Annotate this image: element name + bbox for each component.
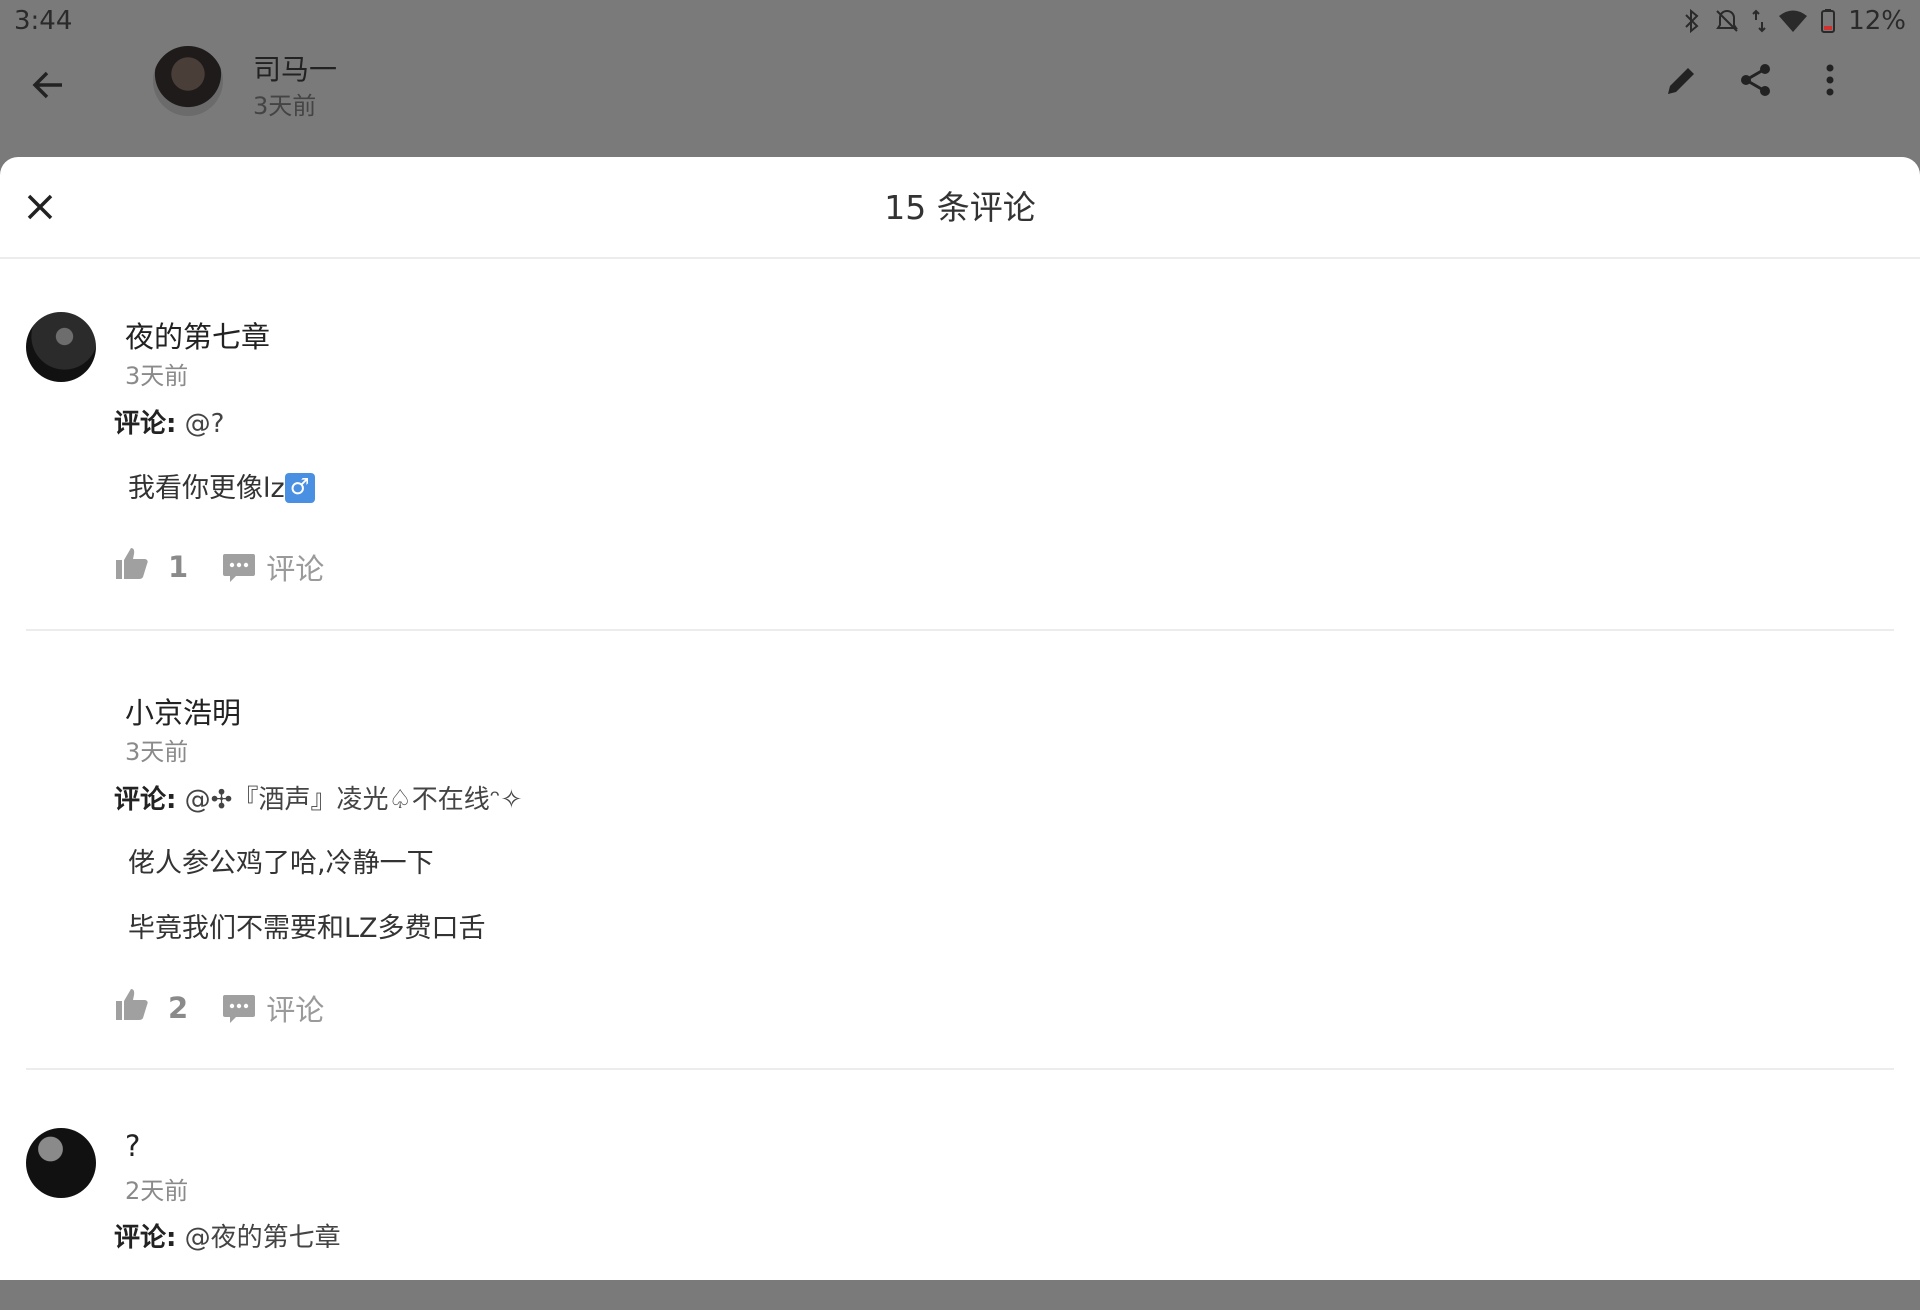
comment-bubble-icon — [223, 994, 256, 1023]
comment-time: 2天前 — [125, 1177, 189, 1205]
more-button[interactable] — [1810, 60, 1850, 100]
battery-icon — [1820, 8, 1836, 34]
status-time: 3:44 — [14, 6, 73, 36]
like-button[interactable] — [114, 986, 150, 1029]
thumb-up-icon — [116, 548, 148, 579]
back-button[interactable] — [28, 64, 70, 106]
notifications-off-icon — [1714, 8, 1740, 34]
like-button[interactable] — [114, 545, 150, 588]
data-arrows-icon — [1752, 8, 1766, 34]
comments-sheet: 15 条评论 夜的第七章 3天前 评论: @? 我看你更像lz ♂ 1 评论 小京… — [0, 157, 1920, 1280]
comment-actions: 2 评论 — [114, 986, 324, 1029]
reply-mention[interactable]: @夜的第七章 — [185, 1223, 341, 1253]
status-bar: 3:44 12% — [0, 0, 1920, 44]
sheet-header: 15 条评论 — [0, 157, 1920, 259]
reply-target: 评论: @✣『酒声』凌光♤不在线ᵔ✧ — [114, 779, 522, 816]
share-button[interactable] — [1736, 60, 1776, 100]
reply-label-text: 评论 — [266, 551, 325, 586]
comment-time: 3天前 — [125, 738, 189, 766]
comment-line: 毕竟我们不需要和LZ多费口舌 — [128, 913, 486, 944]
more-vert-icon — [1826, 64, 1834, 96]
header-actions — [1662, 60, 1850, 100]
post-header: 司马一 3天前 — [0, 44, 1920, 160]
comment-line: 我看你更像lz — [128, 473, 285, 504]
comment-username[interactable]: 夜的第七章 — [125, 314, 270, 356]
comment-item: 夜的第七章 3天前 评论: @? 我看你更像lz ♂ 1 评论 — [26, 259, 1894, 631]
reply-label: 评论: — [114, 409, 177, 439]
comment-line: 佬人参公鸡了哈,冷静一下 — [128, 848, 434, 879]
comment-username[interactable]: ? — [125, 1129, 140, 1163]
thumb-up-icon — [116, 989, 148, 1020]
avatar[interactable] — [26, 312, 96, 382]
comment-time: 3天前 — [125, 362, 189, 390]
like-count: 1 — [168, 549, 189, 584]
comment-item: ? 2天前 评论: @夜的第七章 — [26, 1070, 1894, 1310]
reply-label: 评论: — [114, 1223, 177, 1253]
arrow-left-icon — [32, 71, 62, 99]
author-name[interactable]: 司马一 — [253, 48, 337, 88]
reply-label: 评论: — [114, 785, 177, 815]
edit-button[interactable] — [1662, 60, 1702, 100]
comment-actions: 1 评论 — [114, 545, 324, 588]
emoji-icon: ♂ — [284, 472, 315, 503]
reply-target: 评论: @夜的第七章 — [114, 1217, 341, 1254]
reply-target: 评论: @? — [114, 403, 224, 440]
comment-bubble-icon — [223, 553, 256, 582]
status-icons: 12% — [1682, 6, 1906, 36]
like-count: 2 — [168, 990, 189, 1025]
comment-text: 我看你更像lz ♂ — [128, 466, 315, 505]
reply-button[interactable]: 评论 — [222, 987, 324, 1029]
reply-mention[interactable]: @✣『酒声』凌光♤不在线ᵔ✧ — [185, 785, 523, 815]
sheet-title: 15 条评论 — [884, 188, 1036, 227]
avatar[interactable] — [26, 684, 96, 754]
pencil-icon — [1668, 68, 1694, 94]
bluetooth-icon — [1682, 8, 1702, 34]
reply-mention[interactable]: @? — [185, 409, 225, 439]
share-icon — [1741, 64, 1770, 96]
author-avatar[interactable] — [153, 46, 223, 116]
comment-item: 小京浩明 3天前 评论: @✣『酒声』凌光♤不在线ᵔ✧ 佬人参公鸡了哈,冷静一下… — [26, 631, 1894, 1070]
post-time: 3天前 — [253, 92, 317, 120]
reply-label-text: 评论 — [266, 992, 325, 1027]
battery-percent: 12% — [1848, 6, 1906, 36]
reply-button[interactable]: 评论 — [222, 546, 324, 588]
wifi-icon — [1778, 8, 1808, 34]
avatar[interactable] — [26, 1128, 96, 1198]
comment-username[interactable]: 小京浩明 — [125, 690, 241, 732]
